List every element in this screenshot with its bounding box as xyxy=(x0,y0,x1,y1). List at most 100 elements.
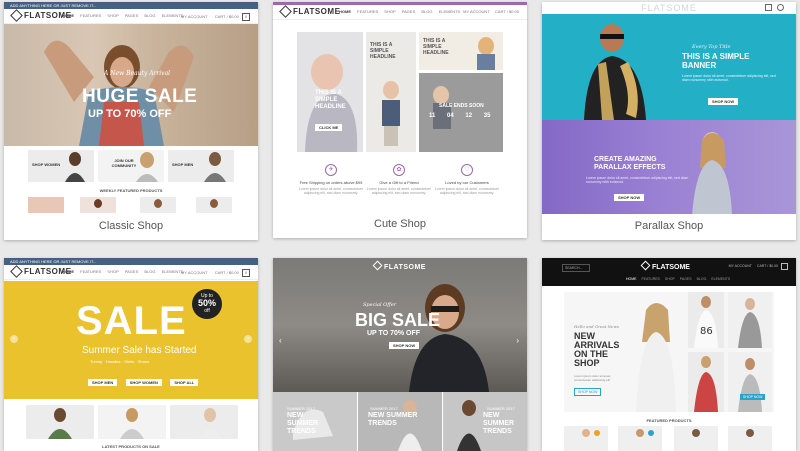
banner-simple-headline[interactable]: THIS IS A SIMPLE HEADLINE xyxy=(419,32,503,70)
shop-women-button[interactable]: SHOP WOMEN xyxy=(125,379,162,386)
shop-now-button[interactable]: SHOP NOW xyxy=(614,194,645,201)
category-tile[interactable] xyxy=(26,405,94,439)
shop-men-button[interactable]: SHOP MEN xyxy=(88,379,118,386)
cart-icon[interactable] xyxy=(765,4,772,11)
trend-tile[interactable]: SUMMER 2017 NEW SUMMER TRENDS xyxy=(358,392,442,451)
demo-card-classic-shop[interactable]: ADD ANYTHING HERE OR JUST REMOVE IT... F… xyxy=(4,2,258,240)
demo-card-summer-sale[interactable]: ADD ANYTHING HERE OR JUST REMOVE IT... F… xyxy=(4,258,258,451)
nav-item[interactable]: SHOP xyxy=(665,277,675,281)
product-figure[interactable] xyxy=(728,352,772,412)
product-thumb[interactable] xyxy=(140,197,176,213)
product-thumb[interactable] xyxy=(674,426,718,451)
product-thumb[interactable] xyxy=(618,426,662,451)
site-logo[interactable]: FLATSOME xyxy=(273,260,527,271)
parallax-banner-purple[interactable]: CREATE AMAZING PARALLAX EFFECTS Lorem ip… xyxy=(542,120,796,216)
nav-item[interactable]: PAGES xyxy=(680,277,692,281)
banner-sale-countdown[interactable]: SALE ENDS SOON 11 04 12 35 xyxy=(419,73,503,152)
cart-link[interactable]: CART / $0.00 xyxy=(215,14,239,19)
account-link[interactable]: MY ACCOUNT xyxy=(181,270,208,275)
banner-baby-large[interactable]: THIS IS A SIMPLE HEADLINE CLICK ME xyxy=(297,32,363,152)
nav-item[interactable]: BLOG xyxy=(144,13,155,18)
nav-item[interactable]: SHOP xyxy=(384,9,395,14)
slider-dot[interactable] xyxy=(128,401,131,404)
nav-item[interactable]: PAGES xyxy=(125,13,139,18)
shop-all-button[interactable]: SHOP ALL xyxy=(170,379,199,386)
nav-item[interactable]: SHOP xyxy=(107,13,118,18)
slider-prev-arrow[interactable]: ‹ xyxy=(10,335,18,343)
account-icon[interactable] xyxy=(777,4,784,11)
slider-prev-arrow[interactable]: ‹ xyxy=(279,336,282,345)
nav-item[interactable]: ELEMENTS xyxy=(162,13,184,18)
slider-next-arrow[interactable]: › xyxy=(244,335,252,343)
nav-item[interactable]: BLOG xyxy=(697,277,707,281)
tile-community[interactable]: JOIN OUR COMMUNITY xyxy=(98,150,164,182)
nav-item[interactable]: FEATURES xyxy=(641,277,659,281)
nav-item[interactable]: BLOG xyxy=(144,269,155,274)
demo-card-cute-shop[interactable]: FLATSOME HOME FEATURES SHOP PAGES BLOG E… xyxy=(273,2,527,238)
account-link[interactable]: MY ACCOUNT xyxy=(181,14,208,19)
nav-item[interactable]: FEATURES xyxy=(80,13,101,18)
nav-item[interactable]: ELEMENTS xyxy=(439,9,461,14)
shop-now-button[interactable]: SHOP NOW xyxy=(574,388,602,396)
nav-item[interactable]: FEATURES xyxy=(80,269,101,274)
hero-new-arrivals[interactable]: Hello and Great News NEW ARRIVALS ON THE… xyxy=(564,292,774,412)
nav-item[interactable]: ELEMENTS xyxy=(162,269,184,274)
tile-shop-women[interactable]: SHOP WOMEN xyxy=(28,150,94,182)
hero-sale-banner[interactable]: ‹ › SALE Up to 50% off Summer Sale has S… xyxy=(4,281,258,404)
cart-icon[interactable]: 0 xyxy=(242,269,250,277)
site-header: FLATSOME HOME FEATURES SHOP PAGES BLOG E… xyxy=(4,265,258,280)
hero-small-text: Trendy · Hoodies · Shirts · Shoes xyxy=(90,359,150,364)
parallax-banner-teal[interactable]: Every Top Title THIS IS A SIMPLE BANNER … xyxy=(542,14,796,120)
tile-shop-men[interactable]: SHOP MEN xyxy=(168,150,234,182)
demo-card-big-sale[interactable]: FLATSOME Special Offer BIG SALE UP TO 70… xyxy=(273,258,527,451)
shop-now-button[interactable]: SHOP NOW xyxy=(389,342,420,349)
shop-now-button[interactable]: SHOP NOW xyxy=(740,394,766,400)
product-thumb[interactable] xyxy=(196,197,232,213)
account-link[interactable]: MY ACCOUNT xyxy=(729,264,752,268)
nav-item[interactable]: BLOG xyxy=(421,9,432,14)
nav-item[interactable]: HOME xyxy=(62,269,74,274)
demo-card-parallax-shop[interactable]: FLATSOME Every Top Title THIS IS A SIMPL… xyxy=(542,2,796,240)
nav-item[interactable]: PAGES xyxy=(402,9,416,14)
trend-tile[interactable]: SUMMER 2017 NEW SUMMER TRENDS xyxy=(273,392,357,451)
cart-link[interactable]: CART / $0.00 xyxy=(757,264,778,268)
hero-banner[interactable]: A New Beauty Arrival HUGE SALE UP TO 70%… xyxy=(4,24,258,146)
nav-item[interactable]: HOME xyxy=(626,277,637,281)
shop-now-button[interactable]: SHOP NOW xyxy=(708,98,739,105)
hero-street-banner[interactable]: FLATSOME Special Offer BIG SALE UP TO 70… xyxy=(273,258,527,392)
product-thumb[interactable] xyxy=(28,197,64,213)
category-tile[interactable] xyxy=(98,405,166,439)
product-figure[interactable] xyxy=(688,352,724,412)
card-caption: Cute Shop xyxy=(273,212,527,236)
search-input[interactable]: SEARCH... xyxy=(562,264,590,272)
site-logo[interactable]: FLATSOME xyxy=(279,5,340,19)
product-thumb[interactable] xyxy=(728,426,772,451)
nav-item[interactable]: SHOP xyxy=(107,269,118,274)
nav-item[interactable]: FEATURES xyxy=(357,9,378,14)
nav-item[interactable]: PAGES xyxy=(125,269,139,274)
product-figure[interactable]: 86 xyxy=(688,292,724,348)
slider-next-arrow[interactable]: › xyxy=(516,336,519,345)
site-logo[interactable]: FLATSOME xyxy=(640,260,690,271)
nav-item[interactable]: HOME xyxy=(62,13,74,18)
banner-kid-standing[interactable]: THIS IS A SIMPLE HEADLINE xyxy=(366,32,416,152)
product-thumb[interactable] xyxy=(80,197,116,213)
product-thumb[interactable] xyxy=(564,426,608,451)
hero-title: NEW ARRIVALS ON THE SHOP xyxy=(574,331,620,368)
banner-button[interactable]: CLICK ME xyxy=(315,124,343,131)
nav-item[interactable]: ELEMENTS xyxy=(711,277,730,281)
account-link[interactable]: MY ACCOUNT xyxy=(463,9,490,14)
category-tile[interactable] xyxy=(170,405,238,439)
cart-link[interactable]: CART / $0.00 xyxy=(495,9,519,14)
cart-link[interactable]: CART / $0.00 xyxy=(215,270,239,275)
slider-dot[interactable] xyxy=(137,401,141,404)
hero-text: Lorem ipsum dolor sit amet, consectetuer… xyxy=(574,374,612,382)
nav-item[interactable]: HOME xyxy=(339,9,351,14)
cart-icon[interactable] xyxy=(781,263,788,270)
cart-icon[interactable]: 0 xyxy=(242,13,250,21)
demo-card-new-arrivals[interactable]: SEARCH... FLATSOME MY ACCOUNT CART / $0.… xyxy=(542,258,796,451)
product-figure[interactable] xyxy=(728,292,772,348)
trend-tile[interactable]: SUMMER 2017 NEW SUMMER TRENDS xyxy=(443,392,527,451)
saxophone-player-image xyxy=(584,24,646,120)
site-logo[interactable]: FLATSOME xyxy=(542,3,796,13)
